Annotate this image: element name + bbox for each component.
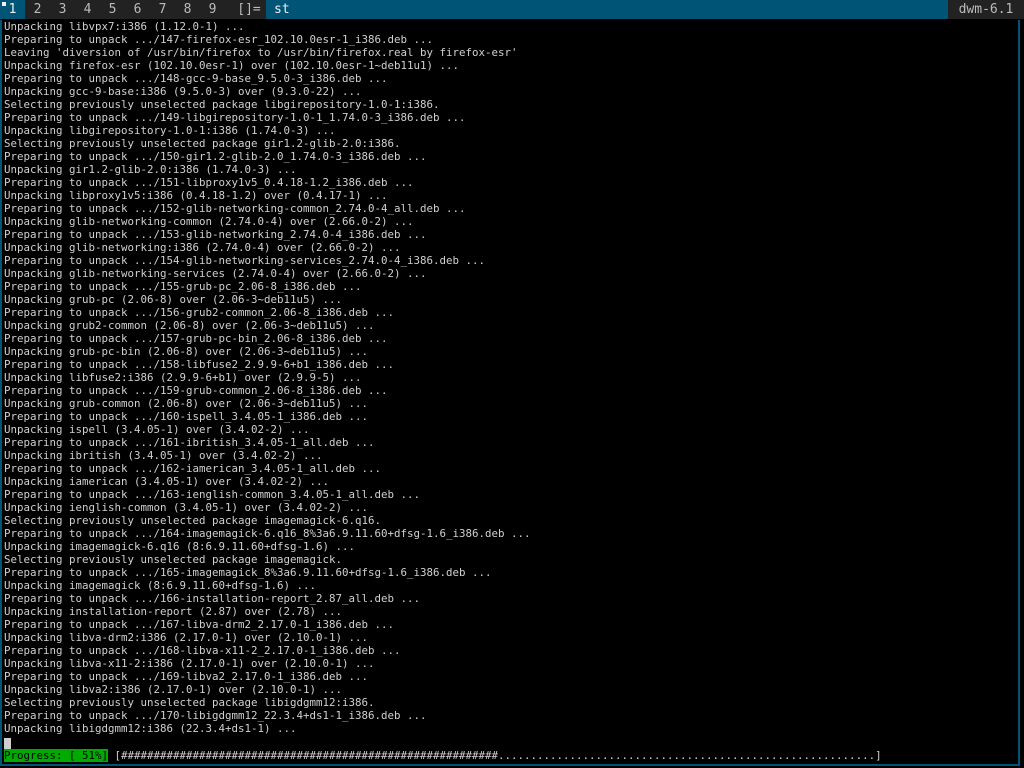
terminal-line: Unpacking libva-drm2:i386 (2.17.0-1) ove…	[4, 631, 369, 644]
terminal-line: Unpacking gcc-9-base:i386 (9.5.0-3) over…	[4, 85, 362, 98]
terminal-line: Selecting previously unselected package …	[4, 98, 440, 111]
terminal-line: Preparing to unpack .../161-ibritish_3.4…	[4, 436, 375, 449]
tag-6[interactable]: 6	[125, 0, 150, 19]
terminal-line: Preparing to unpack .../169-libva2_2.17.…	[4, 670, 369, 683]
terminal-line: Unpacking libgirepository-1.0-1:i386 (1.…	[4, 124, 336, 137]
terminal-line: Leaving 'diversion of /usr/bin/firefox t…	[4, 46, 518, 59]
terminal-line: Unpacking grub-pc (2.06-8) over (2.06-3~…	[4, 293, 343, 306]
status-text: dwm-6.1	[958, 2, 1014, 17]
terminal-line: Unpacking libproxy1v5:i386 (0.4.18-1.2) …	[4, 189, 388, 202]
dwm-status-bar: 123456789 []= st dwm-6.1	[0, 0, 1024, 19]
terminal-line: Preparing to unpack .../167-libva-drm2_2…	[4, 618, 395, 631]
terminal-line: Selecting previously unselected package …	[4, 514, 382, 527]
terminal-line: Preparing to unpack .../152-glib-network…	[4, 202, 466, 215]
tag-label: 1	[8, 2, 17, 17]
terminal-line: Preparing to unpack .../155-grub-pc_2.06…	[4, 280, 362, 293]
terminal-line: Preparing to unpack .../164-imagemagick-…	[4, 527, 531, 540]
terminal-line: Preparing to unpack .../160-ispell_3.4.0…	[4, 410, 369, 423]
progress-row: Progress: [ 51%] [######################…	[4, 749, 882, 762]
terminal-window[interactable]: Unpacking libvpx7:i386 (1.12.0-1) ... Pre…	[0, 20, 1020, 766]
terminal-line: Unpacking gir1.2-glib-2.0:i386 (1.74.0-3…	[4, 163, 297, 176]
terminal-line: Selecting previously unselected package …	[4, 553, 343, 566]
terminal-line: Unpacking iamerican (3.4.05-1) over (3.4…	[4, 475, 330, 488]
terminal-line: Unpacking firefox-esr (102.10.0esr-1) ov…	[4, 59, 460, 72]
terminal-line: Preparing to unpack .../158-libfuse2_2.9…	[4, 358, 395, 371]
terminal-line: Unpacking glib-networking-services (2.74…	[4, 267, 427, 280]
terminal-line: Unpacking libigdgmm12:i386 (22.3.4+ds1-1…	[4, 722, 297, 735]
terminal-line: Unpacking ispell (3.4.05-1) over (3.4.02…	[4, 423, 310, 436]
tag-1[interactable]: 1	[0, 0, 25, 19]
layout-symbol[interactable]: []=	[232, 0, 266, 19]
tag-8[interactable]: 8	[175, 0, 200, 19]
terminal-line: Unpacking imagemagick-6.q16 (8:6.9.11.60…	[4, 540, 356, 553]
terminal-line: Preparing to unpack .../170-libigdgmm12_…	[4, 709, 427, 722]
terminal-line: Preparing to unpack .../149-libgireposit…	[4, 111, 466, 124]
window-title: st	[266, 0, 948, 19]
terminal-line: Selecting previously unselected package …	[4, 137, 401, 150]
terminal-line: Unpacking imagemagick (8:6.9.11.60+dfsg-…	[4, 579, 317, 592]
occupied-indicator	[2, 2, 6, 6]
tag-7[interactable]: 7	[150, 0, 175, 19]
terminal-line: Unpacking glib-networking-common (2.74.0…	[4, 215, 414, 228]
terminal-line: Unpacking grub-pc-bin (2.06-8) over (2.0…	[4, 345, 369, 358]
terminal-line: Unpacking grub2-common (2.06-8) over (2.…	[4, 319, 375, 332]
terminal-line: Preparing to unpack .../168-libva-x11-2_…	[4, 644, 401, 657]
terminal-line: Preparing to unpack .../150-gir1.2-glib-…	[4, 150, 427, 163]
terminal-line: Preparing to unpack .../151-libproxy1v5_…	[4, 176, 414, 189]
tag-9[interactable]: 9	[200, 0, 225, 19]
terminal-line: Preparing to unpack .../166-installation…	[4, 592, 421, 605]
terminal-line: Unpacking glib-networking:i386 (2.74.0-4…	[4, 241, 401, 254]
terminal-line: Unpacking libvpx7:i386 (1.12.0-1) ...	[4, 20, 245, 33]
tag-5[interactable]: 5	[100, 0, 125, 19]
terminal-line: Unpacking grub-common (2.06-8) over (2.0…	[4, 397, 369, 410]
terminal-line: Preparing to unpack .../154-glib-network…	[4, 254, 486, 267]
terminal-line: Preparing to unpack .../156-grub2-common…	[4, 306, 395, 319]
terminal-line: Unpacking ibritish (3.4.05-1) over (3.4.…	[4, 449, 323, 462]
terminal-line: Preparing to unpack .../163-ienglish-com…	[4, 488, 421, 501]
terminal-output: Unpacking libvpx7:i386 (1.12.0-1) ... Pre…	[4, 20, 531, 735]
terminal-line: Unpacking libfuse2:i386 (2.9.9-6+b1) ove…	[4, 371, 362, 384]
tag-2[interactable]: 2	[25, 0, 50, 19]
terminal-line: Preparing to unpack .../157-grub-pc-bin_…	[4, 332, 388, 345]
terminal-line: Preparing to unpack .../153-glib-network…	[4, 228, 427, 241]
terminal-line: Unpacking libva2:i386 (2.17.0-1) over (2…	[4, 683, 343, 696]
terminal-line: Preparing to unpack .../147-firefox-esr_…	[4, 33, 434, 46]
terminal-line: Selecting previously unselected package …	[4, 696, 375, 709]
terminal-line: Unpacking ienglish-common (3.4.05-1) ove…	[4, 501, 369, 514]
tag-4[interactable]: 4	[75, 0, 100, 19]
tag-3[interactable]: 3	[50, 0, 75, 19]
terminal-line: Preparing to unpack .../148-gcc-9-base_9…	[4, 72, 388, 85]
terminal-line: Unpacking libva-x11-2:i386 (2.17.0-1) ov…	[4, 657, 375, 670]
terminal-line: Preparing to unpack .../165-imagemagick_…	[4, 566, 492, 579]
terminal-line: Preparing to unpack .../162-iamerican_3.…	[4, 462, 382, 475]
progress-bar: [#######################################…	[114, 749, 882, 762]
progress-label: Progress: [ 51%]	[4, 749, 109, 762]
terminal-line: Preparing to unpack .../159-grub-common_…	[4, 384, 388, 397]
terminal-line: Unpacking installation-report (2.87) ove…	[4, 605, 343, 618]
